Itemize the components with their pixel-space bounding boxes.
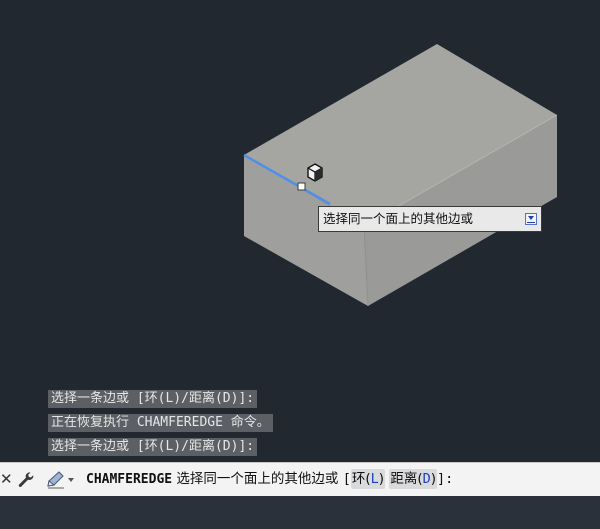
- 3d-box-cursor-icon: [307, 163, 323, 182]
- command-history: 选择一条边或 [环(L)/距离(D)]: 正在恢复执行 CHAMFEREDGE …: [48, 387, 600, 459]
- edge-grip[interactable]: [297, 182, 306, 191]
- history-line: 正在恢复执行 CHAMFEREDGE 命令。: [48, 414, 273, 432]
- command-input[interactable]: CHAMFEREDGE 选择同一个面上的其他边或 [环(L) 距离(D)]:: [86, 463, 453, 496]
- bracket-open: [: [342, 471, 351, 487]
- option-distance[interactable]: 距离(D): [389, 469, 438, 489]
- history-line: 选择一条边或 [环(L)/距离(D)]:: [48, 390, 258, 408]
- status-strip: [0, 496, 600, 529]
- chevron-down-icon: [68, 478, 74, 482]
- recent-commands-button[interactable]: [45, 469, 77, 491]
- command-name: CHAMFEREDGE: [86, 472, 173, 487]
- drawing-viewport[interactable]: 选择同一个面上的其他边或 选择一条边或 [环(L)/距离(D)]: 正在恢复执行…: [0, 0, 600, 462]
- bracket-close: ]:: [437, 471, 454, 487]
- command-prompt: 选择同一个面上的其他边或: [176, 471, 339, 487]
- history-line: 选择一条边或 [环(L)/距离(D)]:: [48, 438, 258, 456]
- selection-tooltip: 选择同一个面上的其他边或: [318, 206, 542, 232]
- down-arrow-icon[interactable]: [525, 213, 537, 225]
- close-icon[interactable]: ✕: [0, 463, 13, 496]
- option-loop[interactable]: 环(L): [350, 469, 386, 489]
- command-line-bar: ✕ CHAMFEREDGE 选择同一个面上的其他边或 [环(L) 距离(D)]:: [0, 462, 600, 496]
- tooltip-text: 选择同一个面上的其他边或: [323, 211, 474, 226]
- pencil-icon: [47, 471, 64, 489]
- wrench-icon[interactable]: [16, 470, 36, 490]
